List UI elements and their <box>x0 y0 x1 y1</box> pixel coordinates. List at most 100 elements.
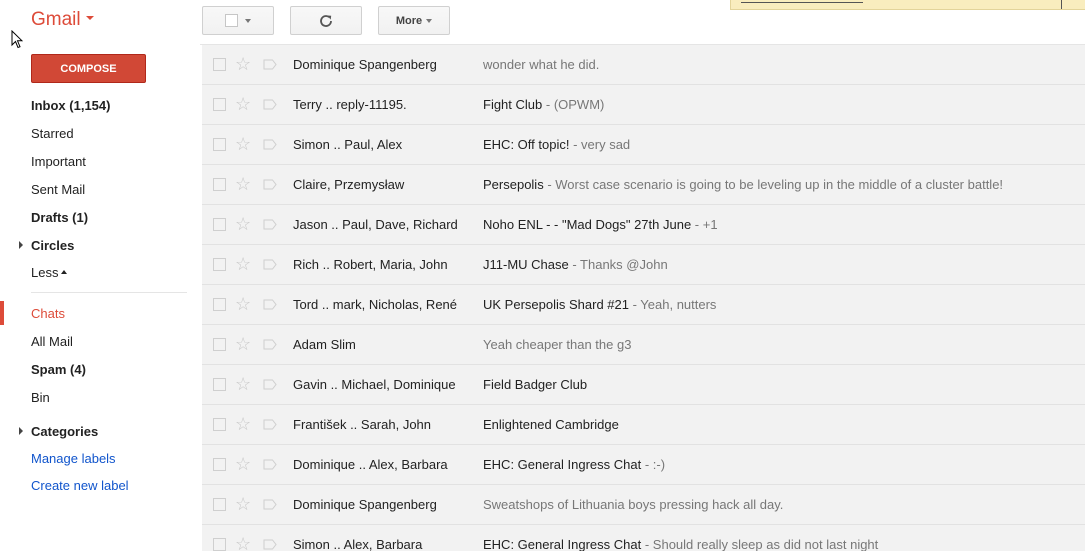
star-icon[interactable]: ☆ <box>235 135 251 153</box>
star-icon[interactable]: ☆ <box>235 535 251 551</box>
sidebar-item-sent-mail[interactable]: Sent Mail <box>0 177 200 201</box>
sidebar-item-bin[interactable]: Bin <box>0 385 200 409</box>
email-list: ☆ Dominique Spangenberg wonder what he did… <box>202 45 1085 551</box>
select-checkbox-dropdown[interactable] <box>202 6 274 35</box>
caret-down-icon <box>426 18 433 23</box>
expand-triangle-icon <box>19 427 23 435</box>
email-snippet: Yeah cheaper than the g3 <box>483 337 632 352</box>
sidebar-item-important[interactable]: Important <box>0 149 200 173</box>
email-row[interactable]: ☆ František .. Sarah, John Enlightened Cam… <box>202 405 1085 445</box>
row-checkbox[interactable] <box>213 58 226 71</box>
row-checkbox[interactable] <box>213 298 226 311</box>
sidebar-item-inbox[interactable]: Inbox (1,154) <box>0 93 200 117</box>
importance-marker-icon[interactable] <box>263 499 277 510</box>
email-row[interactable]: ☆ Adam Slim Yeah cheaper than the g3 <box>202 325 1085 365</box>
sidebar-item-categories[interactable]: Categories <box>0 419 200 443</box>
row-checkbox[interactable] <box>213 178 226 191</box>
refresh-button[interactable] <box>290 6 362 35</box>
star-icon[interactable]: ☆ <box>235 175 251 193</box>
row-checkbox[interactable] <box>213 258 226 271</box>
star-icon[interactable]: ☆ <box>235 95 251 113</box>
importance-marker-icon[interactable] <box>263 259 277 270</box>
compose-button[interactable]: COMPOSE <box>31 54 146 83</box>
sidebar-item-starred[interactable]: Starred <box>0 121 200 145</box>
sidebar-item-label: Sent Mail <box>31 181 86 197</box>
row-checkbox[interactable] <box>213 98 226 111</box>
row-checkbox[interactable] <box>213 138 226 151</box>
email-sender: Simon .. Alex, Barbara <box>293 537 423 551</box>
notification-divider <box>1061 0 1062 9</box>
row-checkbox[interactable] <box>213 218 226 231</box>
star-icon[interactable]: ☆ <box>235 335 251 353</box>
sidebar-item-chats[interactable]: Chats <box>0 301 200 325</box>
importance-marker-icon[interactable] <box>263 219 277 230</box>
email-row[interactable]: ☆ Jason .. Paul, Dave, Richard Noho ENL - … <box>202 205 1085 245</box>
row-checkbox[interactable] <box>213 538 226 551</box>
sidebar-divider <box>31 292 187 293</box>
email-subject: Field Badger Club <box>483 377 588 392</box>
row-checkbox[interactable] <box>213 418 226 431</box>
email-subject: Enlightened Cambridge <box>483 417 619 432</box>
email-subject-line: Noho ENL - - "Mad Dogs" 27th June - +1 <box>483 217 718 232</box>
email-row[interactable]: ☆ Simon .. Alex, Barbara EHC: General Ingr… <box>202 525 1085 551</box>
row-checkbox[interactable] <box>213 458 226 471</box>
email-row[interactable]: ☆ Claire, Przemysław Persepolis - Worst ca… <box>202 165 1085 205</box>
sidebar-item-less[interactable]: Less <box>0 260 200 284</box>
email-row[interactable]: ☆ Tord .. mark, Nicholas, René UK Persepol… <box>202 285 1085 325</box>
email-subject: UK Persepolis Shard #21 <box>483 297 629 312</box>
star-icon[interactable]: ☆ <box>235 55 251 73</box>
importance-marker-icon[interactable] <box>263 99 277 110</box>
email-sender: Tord .. mark, Nicholas, René <box>293 297 458 312</box>
email-subject: EHC: General Ingress Chat <box>483 537 645 551</box>
email-row[interactable]: ☆ Rich .. Robert, Maria, John J11-MU Chase… <box>202 245 1085 285</box>
sidebar-item-label: Circles <box>31 237 75 253</box>
importance-marker-icon[interactable] <box>263 59 277 70</box>
email-row[interactable]: ☆ Simon .. Paul, Alex EHC: Off topic! - ve… <box>202 125 1085 165</box>
sidebar-item-label: Spam (4) <box>31 361 86 377</box>
email-subject-line: UK Persepolis Shard #21 - Yeah, nutters <box>483 297 716 312</box>
email-snippet: - Worst case scenario is going to be lev… <box>543 177 1004 192</box>
importance-marker-icon[interactable] <box>263 539 277 550</box>
importance-marker-icon[interactable] <box>263 459 277 470</box>
importance-marker-icon[interactable] <box>263 419 277 430</box>
email-snippet: - :-) <box>644 457 666 472</box>
email-sender: Simon .. Paul, Alex <box>293 137 403 152</box>
row-checkbox[interactable] <box>213 498 226 511</box>
email-subject: EHC: General Ingress Chat <box>483 457 645 472</box>
mouse-pointer-icon <box>11 30 23 49</box>
email-subject-line: EHC: General Ingress Chat - :-) <box>483 457 665 472</box>
email-row[interactable]: ☆ Dominique Spangenberg Sweatshops of Lith… <box>202 485 1085 525</box>
importance-marker-icon[interactable] <box>263 179 277 190</box>
email-row[interactable]: ☆ Dominique .. Alex, Barbara EHC: General … <box>202 445 1085 485</box>
sidebar-item-drafts[interactable]: Drafts (1) <box>0 205 200 229</box>
sidebar-item-circles[interactable]: Circles <box>0 233 200 257</box>
sidebar-item-all-mail[interactable]: All Mail <box>0 329 200 353</box>
star-icon[interactable]: ☆ <box>235 255 251 273</box>
star-icon[interactable]: ☆ <box>235 455 251 473</box>
email-row[interactable]: ☆ Dominique Spangenberg wonder what he did… <box>202 45 1085 85</box>
email-row[interactable]: ☆ Terry .. reply-11195. Fight Club - (OPWM… <box>202 85 1085 125</box>
row-checkbox[interactable] <box>213 378 226 391</box>
star-icon[interactable]: ☆ <box>235 495 251 513</box>
importance-marker-icon[interactable] <box>263 299 277 310</box>
email-sender: Dominique Spangenberg <box>293 57 437 72</box>
email-subject-line: Fight Club - (OPWM) <box>483 97 604 112</box>
importance-marker-icon[interactable] <box>263 339 277 350</box>
email-subject: J11-MU Chase <box>483 257 569 272</box>
manage-labels-link[interactable]: Manage labels <box>0 446 200 470</box>
gmail-brand-menu[interactable]: Gmail <box>31 9 94 31</box>
email-row[interactable]: ☆ Gavin .. Michael, Dominique Field Badger… <box>202 365 1085 405</box>
star-icon[interactable]: ☆ <box>235 415 251 433</box>
importance-marker-icon[interactable] <box>263 379 277 390</box>
email-sender: František .. Sarah, John <box>293 417 432 432</box>
more-actions-button[interactable]: More <box>378 6 450 35</box>
importance-marker-icon[interactable] <box>263 139 277 150</box>
row-checkbox[interactable] <box>213 338 226 351</box>
star-icon[interactable]: ☆ <box>235 215 251 233</box>
star-icon[interactable]: ☆ <box>235 375 251 393</box>
email-sender: Jason .. Paul, Dave, Richard <box>293 217 458 232</box>
create-new-label-link[interactable]: Create new label <box>0 473 200 497</box>
email-subject-line: J11-MU Chase - Thanks @John <box>483 257 668 272</box>
sidebar-item-spam[interactable]: Spam (4) <box>0 357 200 381</box>
star-icon[interactable]: ☆ <box>235 295 251 313</box>
